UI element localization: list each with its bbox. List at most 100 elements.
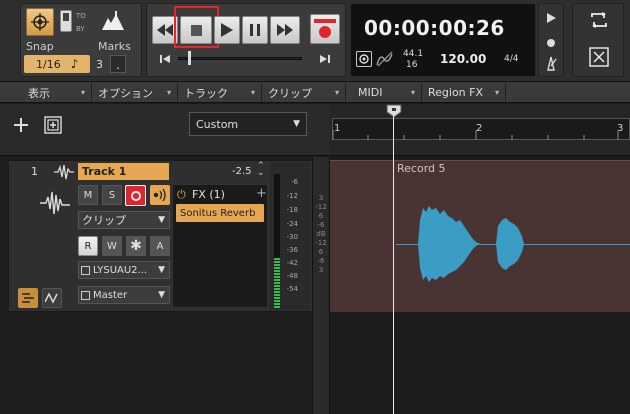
snap-label: Snap (26, 40, 54, 53)
quantize-dot: . (116, 58, 120, 72)
marks-label: Marks (98, 40, 131, 53)
play-from-icon[interactable] (545, 9, 557, 23)
freeze-button[interactable]: ✱ (126, 236, 146, 256)
automation-lane-button[interactable] (42, 288, 62, 308)
playhead-line[interactable] (393, 116, 394, 414)
waveform-scale: 3 -12 6 -6 dB -12 6 -6 3 (312, 194, 330, 275)
position-slider-track[interactable] (178, 57, 302, 60)
record-icon (314, 19, 336, 38)
by-label: BY (76, 25, 85, 33)
add-box-icon (44, 116, 62, 134)
menu-midi-label: MIDI (358, 86, 383, 99)
record-mode-icon[interactable] (545, 34, 557, 47)
ruler-ticks (332, 130, 619, 140)
to-by-switch[interactable] (60, 10, 72, 32)
input-dropdown[interactable]: LYSUAU2... ▼ (78, 261, 170, 279)
menu-view[interactable]: 表示 ▾ (22, 83, 92, 102)
fx-add-icon[interactable]: + (256, 186, 267, 201)
metronome-icon[interactable] (543, 55, 559, 71)
input-icon (81, 265, 90, 275)
chevron-down-icon: ▾ (250, 88, 255, 97)
write-automation-button[interactable]: W (102, 236, 122, 256)
stop-highlight (174, 6, 219, 48)
fast-forward-icon (277, 24, 293, 36)
snap-toggle-button[interactable] (26, 8, 54, 36)
plus-icon (14, 118, 28, 132)
quantize-count[interactable]: 3 (96, 58, 103, 71)
clip-dropdown[interactable]: クリップ ▼ (78, 211, 170, 229)
menu-track[interactable]: トラック ▾ (178, 83, 262, 102)
wave-scale-label: 3 (318, 194, 324, 202)
record-icon (130, 190, 141, 201)
punch-icon[interactable] (588, 46, 610, 68)
mute-button-label: M (83, 189, 93, 201)
menu-options-label: オプション (98, 86, 153, 100)
time-signature[interactable]: 4/4 (504, 54, 518, 64)
track-name[interactable]: Track 1 (78, 163, 169, 180)
now-marker-handle[interactable] (386, 103, 402, 118)
add-track-button[interactable] (10, 114, 32, 136)
to-by-switch-knob (63, 13, 69, 21)
quantize-dropdown[interactable]: 1/16 ♪ (24, 55, 90, 73)
input-dropdown-value: LYSUAU2... (93, 264, 148, 276)
time-readout[interactable]: 00:00:00:26 (364, 16, 505, 40)
wave-scale-label: 6 (318, 248, 324, 256)
to-label: TO (76, 12, 86, 20)
record-button[interactable] (310, 14, 340, 44)
go-to-end-button[interactable] (318, 51, 332, 65)
wave-scale-label: -12 (315, 239, 327, 247)
menu-region-fx[interactable]: Region FX ▾ (422, 83, 506, 102)
wave-scale-label: -6 (317, 221, 325, 229)
fx-plugin-item[interactable]: Sonitus Reverb (176, 204, 264, 222)
pause-button[interactable] (242, 16, 268, 44)
meter-scale-label: -6 (291, 178, 298, 186)
record-arm-button[interactable] (125, 185, 146, 206)
solo-button[interactable]: S (102, 185, 122, 205)
input-echo-icon (153, 189, 166, 201)
envelope-icon (45, 292, 58, 304)
chevron-down-icon: ▾ (166, 88, 171, 97)
note-icon: ♪ (70, 57, 79, 71)
dropout-icon[interactable] (376, 51, 394, 67)
read-automation-button[interactable]: R (78, 236, 98, 256)
meter-scale-label: -24 (286, 220, 298, 228)
input-echo-button[interactable] (150, 185, 170, 205)
fast-forward-button[interactable] (270, 16, 300, 44)
go-to-start-button[interactable] (158, 51, 172, 65)
tempo[interactable]: 120.00 (440, 52, 486, 66)
mute-button[interactable]: M (78, 185, 98, 205)
chevron-down-icon: ▾ (80, 88, 85, 97)
clip-name: Record 5 (397, 162, 446, 175)
quantize-value: 1/16 (36, 57, 61, 71)
track-waveform-icon (40, 189, 70, 217)
fx-rack-title[interactable]: FX (1) (192, 188, 225, 201)
meter-scale-label: -12 (286, 192, 298, 200)
menu-options[interactable]: オプション ▾ (92, 83, 178, 102)
track-view-toggle-button[interactable] (18, 288, 38, 308)
meter-scale-label: -48 (286, 272, 298, 280)
position-slider-thumb[interactable] (188, 51, 191, 65)
sample-rate: 44.1 (403, 49, 424, 59)
track-preset-dropdown[interactable]: Custom ▼ (189, 112, 307, 136)
chevron-down-icon: ▼ (158, 265, 165, 275)
track-volume[interactable]: -2.5 (232, 166, 252, 177)
rewind-icon (157, 24, 173, 36)
meter-scale-label: -42 (286, 259, 298, 267)
track-preset-value: Custom (196, 117, 239, 131)
archive-button[interactable]: A (150, 236, 170, 256)
wave-scale-label: -12 (315, 203, 327, 211)
fx-power-icon[interactable]: ⏻ (177, 188, 186, 202)
menu-clip[interactable]: クリップ ▾ (262, 83, 346, 102)
skip-end-icon (320, 55, 330, 63)
quantize-dot-button[interactable]: . (110, 55, 126, 73)
volume-stepper-icon[interactable]: ⌃ ⌄ (257, 162, 265, 178)
bit-depth: 16 (406, 60, 418, 70)
loop-icon[interactable] (588, 9, 610, 31)
output-icon (81, 290, 90, 300)
play-button[interactable] (214, 16, 240, 44)
output-dropdown[interactable]: Master ▼ (78, 286, 170, 304)
audio-engine-icon[interactable] (356, 51, 372, 67)
menu-midi[interactable]: MIDI ▾ (346, 83, 422, 102)
add-track-template-button[interactable] (42, 114, 64, 136)
marks-button[interactable] (98, 8, 128, 34)
